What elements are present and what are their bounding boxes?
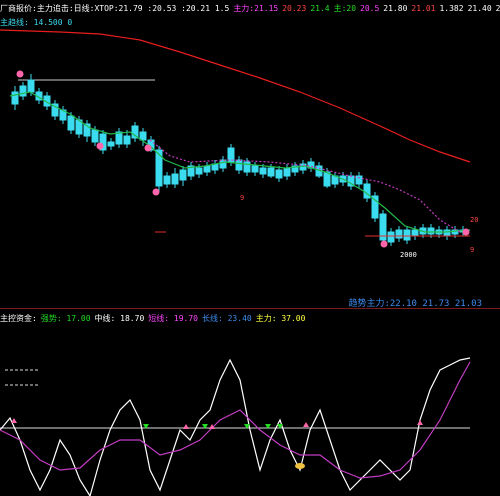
bottom-header-item: 主控资金: [0, 314, 37, 323]
top-sub-item: 主趋线: 14.500 0 [0, 18, 73, 27]
price-panel-subheader: 主趋线: 14.500 0 [0, 18, 76, 28]
candle-body [195, 167, 203, 175]
price-label: 20 [470, 216, 478, 224]
top-header-item: 厂商报价:主力追击:日线:XTOP:21.79 :20.53 :20.21 1.… [0, 4, 230, 13]
fish-icon [295, 463, 305, 469]
indicator-panel-right-label: 趋势主力:22.10 21.73 21.03 [348, 299, 482, 309]
flower-marker-icon [152, 188, 160, 196]
bottom-header-item: 主力: 37.00 [255, 314, 306, 323]
candle-body [275, 169, 283, 179]
candle-body [283, 167, 291, 177]
top-header-item: 20.23 [282, 4, 307, 13]
candle-body [267, 167, 275, 177]
ma-mid-line [149, 139, 461, 233]
candle-body [219, 159, 227, 169]
candle-body [179, 169, 187, 181]
candle-body [67, 115, 75, 131]
candle-body [171, 173, 179, 185]
flower-marker-icon [144, 144, 152, 152]
up-arrow-icon [303, 422, 309, 427]
price-panel-header: 厂商报价:主力追击:日线:XTOP:21.79 :20.53 :20.21 1.… [0, 4, 500, 14]
top-header-item: 21.40 [467, 4, 492, 13]
indicator-panel-header: 主控资金: 强势: 17.00 中线: 18.70 短线: 19.70 长线: 23.4… [0, 314, 309, 324]
price-label: 9 [240, 194, 244, 202]
candle-body [251, 165, 259, 173]
top-header-item: 主:20 [333, 4, 357, 13]
candle-body [139, 131, 147, 141]
candle-body [427, 227, 435, 235]
candle-body [19, 85, 27, 97]
bottom-header-item: 短线: 19.70 [148, 314, 198, 323]
up-arrow-icon [11, 418, 17, 423]
top-header-item: 1.382 [439, 4, 464, 13]
price-label: 2000 [400, 251, 417, 259]
up-arrow-icon [183, 424, 189, 429]
flower-marker-icon [16, 70, 24, 78]
top-header-item: 20.5 [360, 4, 380, 13]
candle-body [11, 91, 19, 105]
candle-body [107, 141, 115, 147]
bottom-header-item: 强势: 17.00 [40, 314, 91, 323]
candle-body [411, 229, 419, 237]
candle-body [443, 229, 451, 237]
candle-body [27, 79, 35, 93]
bottom-header-item: 长线: 23.40 [201, 314, 252, 323]
candle-body [163, 175, 171, 185]
up-arrow-icon [417, 420, 423, 425]
flower-marker-icon [462, 228, 470, 236]
candle-body [123, 135, 131, 145]
candle-body [403, 229, 411, 241]
candle-body [235, 159, 243, 171]
top-header-item: 21.00 [495, 4, 500, 13]
candle-body [395, 229, 403, 239]
top-header-item: 21.80 [383, 4, 408, 13]
top-header-item: 21.01 [411, 4, 436, 13]
candle-body [259, 167, 267, 175]
price-chart-panel[interactable]: 20 9 2000 9 [0, 0, 500, 496]
candle-body [155, 149, 163, 187]
stock-chart-window: 20 9 2000 9 厂商报价:主力追击:日线:XTOP:21.79 :20.53 … [0, 0, 500, 496]
bottom-header-item: 中线: 18.70 [94, 314, 145, 323]
oscillator-white-line [0, 357, 471, 496]
price-label: 9 [470, 246, 474, 254]
candle-body [387, 231, 395, 243]
candle-body [91, 129, 99, 143]
top-header-item: 主力:21.15 [233, 4, 279, 13]
candle-body [203, 165, 211, 173]
oscillator-purple-line [0, 361, 471, 479]
ma-long-line [0, 29, 471, 163]
flower-marker-icon [380, 240, 388, 248]
flower-marker-icon [96, 142, 104, 150]
top-header-item: 21.4 [310, 4, 330, 13]
